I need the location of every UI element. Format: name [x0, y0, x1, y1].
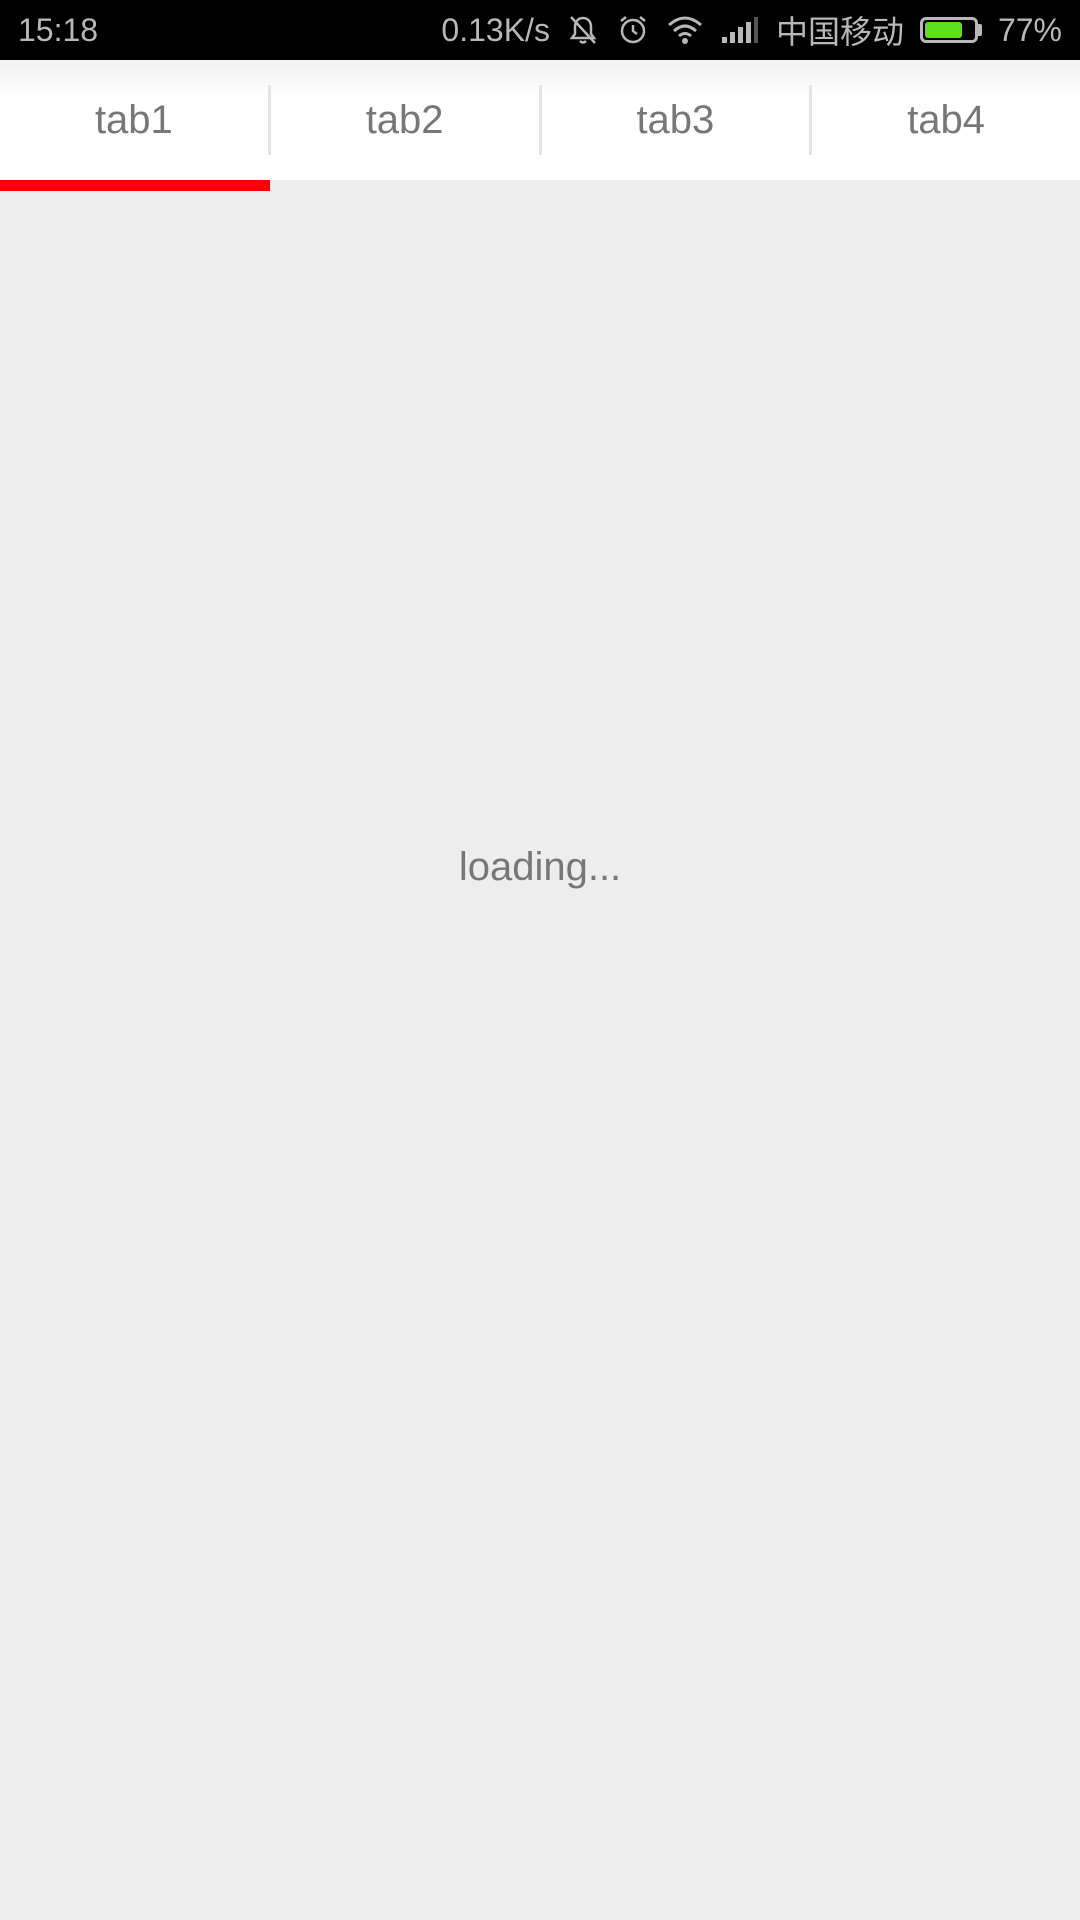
- battery-icon: [919, 17, 982, 43]
- battery-body: [919, 17, 978, 43]
- wifi-icon: [666, 13, 704, 47]
- status-right-group: 0.13K/s 中国移动 77%: [441, 7, 1062, 53]
- mute-icon: [566, 13, 600, 47]
- status-time: 15:18: [18, 11, 99, 48]
- network-speed: 0.13K/s: [441, 11, 550, 48]
- tab-2-label: tab2: [365, 97, 444, 142]
- tab-1[interactable]: tab1: [0, 60, 268, 180]
- tab-bar: tab1 tab2 tab3 tab4: [0, 60, 1080, 180]
- tab-3-label: tab3: [636, 97, 715, 142]
- signal-icon: [720, 13, 760, 47]
- tab-selected-indicator: [0, 180, 270, 191]
- tab-4[interactable]: tab4: [812, 60, 1080, 180]
- status-bar: 15:18 0.13K/s 中国移动 77%: [0, 0, 1080, 60]
- alarm-icon: [616, 13, 650, 47]
- loading-text: loading...: [458, 845, 622, 889]
- content-area: [0, 191, 1080, 1920]
- tab-4-label: tab4: [907, 97, 986, 142]
- battery-tip: [977, 24, 982, 36]
- battery-fill: [924, 22, 962, 38]
- tab-2[interactable]: tab2: [271, 60, 539, 180]
- carrier-name: 中国移动: [775, 14, 904, 50]
- tab-1-label: tab1: [94, 97, 173, 142]
- battery-percent: 77%: [997, 11, 1062, 48]
- tab-3[interactable]: tab3: [542, 60, 810, 180]
